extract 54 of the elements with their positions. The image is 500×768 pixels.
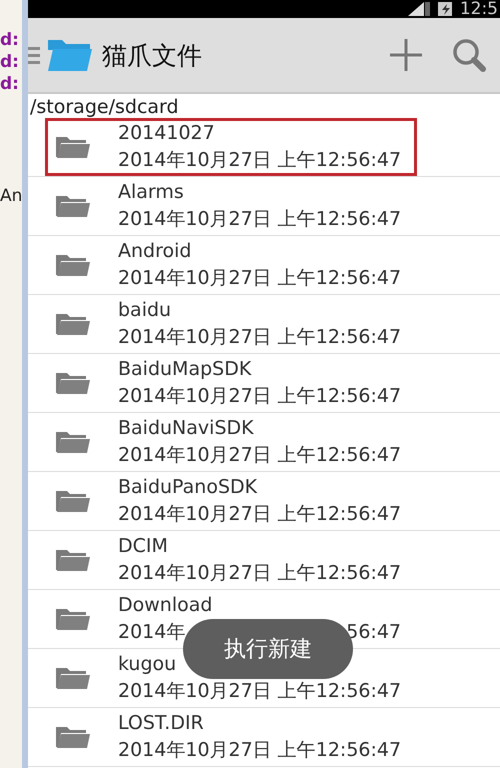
folder-row[interactable]: Alarms 2014年10月27日 上午12:56:47: [28, 177, 500, 236]
folder-row[interactable]: 20141027 2014年10月27日 上午12:56:47: [28, 118, 500, 177]
folder-row[interactable]: BaiduMapSDK 2014年10月27日 上午12:56:47: [28, 354, 500, 413]
folder-name: BaiduNaviSDK: [118, 416, 254, 441]
folder-name: kugou: [118, 652, 176, 677]
folder-icon: [55, 312, 91, 336]
folder-icon: [55, 725, 91, 749]
folder-icon: [55, 607, 91, 631]
folder-icon: [48, 38, 92, 72]
menu-icon[interactable]: [28, 45, 40, 65]
folder-name: Download: [118, 593, 212, 618]
signal-icon: [408, 2, 430, 16]
folder-name: DCIM: [118, 534, 168, 559]
folder-name: LOST.DIR: [118, 711, 204, 736]
folder-name: BaiduPanoSDK: [118, 475, 258, 500]
folder-date: 2014年10月27日 上午12:56:47: [118, 561, 402, 586]
folder-icon: [55, 430, 91, 454]
folder-name: 20141027: [118, 121, 215, 146]
folder-icon: [55, 253, 91, 277]
folder-row[interactable]: baidu 2014年10月27日 上午12:56:47: [28, 295, 500, 354]
window-text: d:: [0, 52, 20, 72]
search-button[interactable]: [452, 38, 486, 72]
folder-date: 2014年10月27日 上午12:56:47: [118, 325, 402, 350]
folder-icon: [55, 194, 91, 218]
path-label: /storage/sdcard: [29, 95, 180, 118]
folder-date: 2014年: [118, 620, 186, 645]
window-text: d:: [0, 30, 20, 50]
folder-date: 2014年10月27日 上午12:56:47: [118, 207, 402, 232]
folder-date: 2014年10月27日 上午12:56:47: [118, 443, 402, 468]
folder-icon: [55, 371, 91, 395]
folder-row[interactable]: LOST.DIR 2014年10月27日 上午12:56:47: [28, 708, 500, 767]
add-button[interactable]: [388, 37, 424, 73]
folder-name: Android: [118, 239, 192, 264]
folder-icon: [55, 666, 91, 690]
folder-icon: [55, 489, 91, 513]
folder-row[interactable]: BaiduNaviSDK 2014年10月27日 上午12:56:47: [28, 413, 500, 472]
folder-row[interactable]: DCIM 2014年10月27日 上午12:56:47: [28, 531, 500, 590]
folder-icon: [55, 135, 91, 159]
folder-date: 2014年10月27日 上午12:56:47: [118, 738, 402, 763]
folder-row[interactable]: BaiduPanoSDK 2014年10月27日 上午12:56:47: [28, 472, 500, 531]
folder-date: 2014年10月27日 上午12:56:47: [118, 502, 402, 527]
folder-name: Alarms: [118, 180, 184, 205]
folder-date: 2014年10月27日 上午12:56:47: [118, 679, 402, 704]
folder-icon: [55, 548, 91, 572]
clock: 12:5: [460, 0, 498, 18]
window-text: An: [0, 186, 22, 206]
folder-date: 2014年10月27日 上午12:56:47: [118, 384, 402, 409]
folder-date: 2014年10月27日 上午12:56:47: [118, 266, 402, 291]
app-title: 猫爪文件: [102, 40, 203, 72]
folder-date: 2014年10月27日 上午12:56:47: [118, 148, 402, 173]
window-text: d:: [0, 74, 20, 94]
folder-name: BaiduMapSDK: [118, 357, 252, 382]
folder-name: baidu: [118, 298, 172, 323]
battery-icon: [438, 2, 452, 16]
